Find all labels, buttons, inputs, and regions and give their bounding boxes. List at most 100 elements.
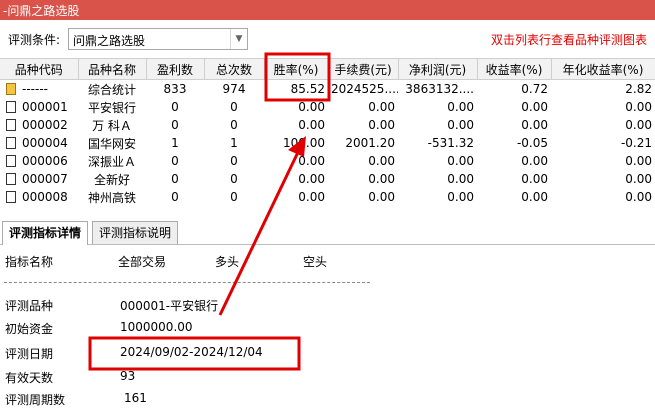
cell-total: 974 (222, 82, 246, 96)
detail-label: 初始资金 (5, 322, 54, 336)
document-icon (6, 191, 16, 203)
cell-fee: 0.00 (368, 118, 395, 132)
cell-total: 0 (230, 190, 238, 204)
cell-profit: 3863132.... (405, 82, 474, 96)
cell-name: 神州高铁 (87, 190, 136, 205)
cell-profit: -531.32 (427, 136, 474, 150)
detail-label: 评测日期 (5, 347, 54, 361)
cell-rate: 0.00 (298, 154, 325, 168)
cell-total: 0 (230, 172, 238, 186)
cell-name: 全新好 (93, 172, 130, 187)
cell-total: 0 (230, 154, 238, 168)
condition-label: 评测条件: (8, 33, 61, 47)
separator (4, 282, 370, 283)
cell-profit: 0.00 (447, 190, 474, 204)
table-row[interactable]: ------ 综合统计 833 974 85.52 2024525.... 38… (0, 80, 655, 99)
table-header: 品种代码 品种名称 盈利数 总次数 胜率(%) 手续费(元) 净利润(元) 收益… (0, 58, 655, 80)
detail-value: 1000000.00 (120, 320, 193, 334)
cell-code: 000001 (0, 98, 78, 116)
cell-win: 0 (171, 154, 179, 168)
cell-rate: 0.00 (298, 190, 325, 204)
table-row[interactable]: 000006 深振业Ａ 0 0 0.00 0.00 0.00 0.00 0.00 (0, 152, 655, 170)
cell-code: 000006 (0, 152, 78, 170)
detail-value: 93 (120, 369, 136, 383)
chevron-down-icon[interactable]: ▼ (230, 29, 247, 49)
cell-return: 0.00 (521, 172, 548, 186)
cell-annual: -0.21 (620, 136, 652, 150)
cell-name: 国华网安 (87, 136, 136, 151)
result-table: 品种代码 品种名称 盈利数 总次数 胜率(%) 手续费(元) 净利润(元) 收益… (0, 58, 655, 206)
col-header-name[interactable]: 品种名称 (78, 58, 147, 80)
cell-profit: 0.00 (447, 100, 474, 114)
table-row[interactable]: 000007 全新好 0 0 0.00 0.00 0.00 0.00 0.00 (0, 170, 655, 188)
cell-rate: 0.00 (298, 118, 325, 132)
detail-label: 评测周期数 (5, 393, 66, 407)
cell-return: -0.05 (516, 136, 548, 150)
document-icon (6, 101, 16, 113)
cell-name: 平安银行 (87, 100, 136, 115)
tab-bar: 评测指标详情 评测指标说明 (0, 219, 655, 245)
detail-label: 有效天数 (5, 371, 54, 385)
cell-annual: 0.00 (625, 118, 652, 132)
condition-value: 问鼎之路选股 (73, 34, 146, 48)
col-header-profit[interactable]: 净利润(元) (398, 58, 478, 80)
detail-header-long: 多头 (215, 255, 240, 269)
cell-name: 万 科Ａ (92, 118, 132, 133)
cell-total: 0 (230, 118, 238, 132)
cell-code: 000008 (0, 188, 78, 206)
detail-header-all: 全部交易 (118, 255, 167, 269)
cell-annual: 2.82 (625, 82, 652, 96)
table-row[interactable]: 000008 神州高铁 0 0 0.00 0.00 0.00 0.00 0.00 (0, 188, 655, 206)
detail-value: 000001-平安银行 (120, 299, 219, 313)
document-icon (6, 155, 16, 167)
detail-panel: 指标名称 全部交易 多头 空头 评测品种 000001-平安银行 初始资金 10… (0, 245, 655, 407)
cell-rate: 0.00 (298, 100, 325, 114)
col-header-total[interactable]: 总次数 (204, 58, 265, 80)
table-row[interactable]: 000004 国华网安 1 1 100.00 2001.20 -531.32 -… (0, 134, 655, 152)
cell-name: 深振业Ａ (87, 154, 136, 169)
cell-fee: 2001.20 (345, 136, 395, 150)
col-header-annual[interactable]: 年化收益率(%) (551, 58, 655, 80)
cell-return: 0.00 (521, 190, 548, 204)
cell-total: 0 (230, 100, 238, 114)
cell-code: 000002 (0, 116, 78, 134)
cell-win: 833 (163, 82, 187, 96)
condition-bar: 评测条件: 问鼎之路选股 ▼ 双击列表行查看品种评测图表 (0, 20, 655, 58)
cell-return: 0.72 (521, 82, 548, 96)
col-header-return[interactable]: 收益率(%) (477, 58, 552, 80)
tab-indicator-details[interactable]: 评测指标详情 (2, 221, 89, 245)
table-row[interactable]: 000002 万 科Ａ 0 0 0.00 0.00 0.00 0.00 0.00 (0, 116, 655, 134)
cell-rate: 85.52 (290, 82, 325, 96)
cell-profit: 0.00 (447, 118, 474, 132)
detail-label: 评测品种 (5, 299, 54, 313)
hint-text: 双击列表行查看品种评测图表 (490, 33, 647, 47)
col-header-rate[interactable]: 胜率(%) (264, 58, 329, 80)
cell-code: ------ (0, 80, 78, 99)
detail-header-short: 空头 (303, 255, 328, 269)
cell-name: 综合统计 (87, 82, 136, 97)
cell-rate: 0.00 (298, 172, 325, 186)
tab-indicator-description[interactable]: 评测指标说明 (92, 221, 179, 244)
summary-icon (6, 83, 16, 95)
col-header-code[interactable]: 品种代码 (0, 58, 79, 80)
cell-profit: 0.00 (447, 172, 474, 186)
cell-win: 0 (171, 190, 179, 204)
cell-return: 0.00 (521, 154, 548, 168)
condition-select[interactable]: 问鼎之路选股 ▼ (68, 28, 248, 50)
col-header-win[interactable]: 盈利数 (146, 58, 205, 80)
document-icon (6, 137, 16, 149)
col-header-fee[interactable]: 手续费(元) (328, 58, 399, 80)
cell-win: 1 (171, 136, 179, 150)
cell-rate: 100.00 (283, 136, 325, 150)
cell-code: 000004 (0, 134, 78, 152)
cell-return: 0.00 (521, 118, 548, 132)
cell-annual: 0.00 (625, 100, 652, 114)
detail-header-name: 指标名称 (5, 255, 54, 269)
cell-fee: 0.00 (368, 154, 395, 168)
cell-annual: 0.00 (625, 172, 652, 186)
title-bar: -问鼎之路选股 (0, 0, 655, 20)
table-row[interactable]: 000001 平安银行 0 0 0.00 0.00 0.00 0.00 0.00 (0, 98, 655, 116)
document-icon (6, 119, 16, 131)
cell-annual: 0.00 (625, 154, 652, 168)
cell-fee: 0.00 (368, 100, 395, 114)
